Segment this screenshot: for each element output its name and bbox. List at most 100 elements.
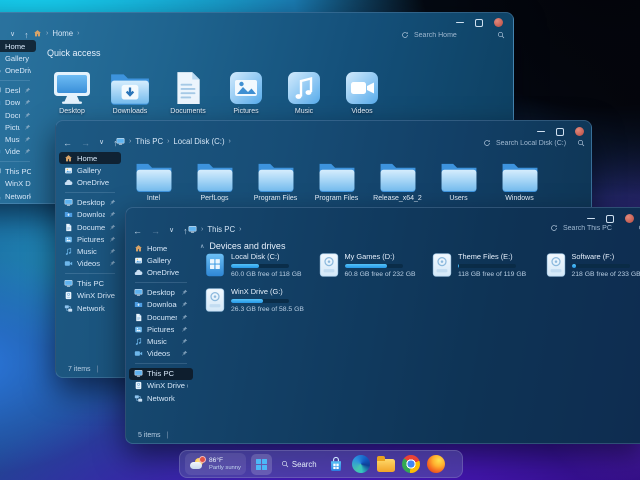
drive-icon	[64, 291, 73, 300]
breadcrumb-segment-local-disk-c[interactable]: Local Disk (C:)	[173, 137, 224, 146]
sidebar-item-winx-drive-g[interactable]: WinX Drive (G:)	[59, 290, 121, 302]
firefox-button[interactable]	[426, 454, 446, 474]
quick-access-item-music[interactable]: Music	[275, 59, 333, 115]
sidebar-item-music[interactable]: Music	[0, 133, 36, 145]
quick-access-item-desktop[interactable]: Desktop	[43, 59, 101, 115]
drive-item-theme-files-e[interactable]: Theme Files (E:) 118 GB free of 119 GB	[432, 252, 542, 278]
edge-button[interactable]	[351, 454, 371, 474]
maximize-button[interactable]	[556, 127, 564, 136]
close-button[interactable]	[575, 127, 584, 136]
sidebar-item-videos[interactable]: Videos	[59, 258, 121, 270]
sidebar-item-network[interactable]: Network	[129, 392, 193, 404]
sidebar-item-onedrive[interactable]: OneDrive	[129, 266, 193, 278]
folder-item-users[interactable]: Users	[428, 161, 489, 202]
search-input[interactable]: Search This PC	[563, 225, 633, 232]
quick-access-item-pictures[interactable]: Pictures	[217, 59, 275, 115]
folder-item-program-files[interactable]: Program Files	[245, 161, 306, 202]
sidebar-item-onedrive[interactable]: OneDrive	[0, 64, 36, 76]
close-button[interactable]	[494, 18, 503, 27]
chrome-button[interactable]	[401, 454, 421, 474]
drive-item-winx-drive-g[interactable]: WinX Drive (G:) 26.3 GB free of 58.5 GB	[205, 287, 315, 313]
breadcrumb-segment-home[interactable]: Home	[52, 29, 73, 38]
store-button[interactable]	[326, 454, 346, 474]
chevron-down-icon[interactable]: ∨	[169, 226, 174, 236]
quick-access-item-videos[interactable]: Videos	[333, 59, 391, 115]
maximize-button[interactable]	[475, 18, 483, 27]
search-icon[interactable]	[577, 139, 585, 147]
sidebar-item-home[interactable]: Home	[59, 152, 121, 165]
sidebar-item-network[interactable]: Network	[59, 302, 121, 314]
sidebar-item-documents[interactable]: Documents	[129, 311, 193, 323]
sidebar-item-music[interactable]: Music	[59, 245, 121, 257]
refresh-icon[interactable]	[401, 31, 409, 39]
sidebar-item-desktop[interactable]: Desktop	[129, 287, 193, 299]
search-input[interactable]: Search Home	[414, 32, 492, 39]
sidebar-item-gallery[interactable]: Gallery	[59, 164, 121, 176]
taskbar-search[interactable]: Search	[277, 460, 321, 469]
sidebar-item-downloads[interactable]: Downloads	[59, 209, 121, 221]
sidebar-item-this-pc[interactable]: This PC	[129, 367, 193, 380]
forward-button[interactable]: →	[151, 226, 160, 236]
sidebar-item-videos[interactable]: Videos	[129, 348, 193, 360]
sidebar-item-pictures[interactable]: Pictures	[0, 121, 36, 133]
breadcrumb-segment-this-pc[interactable]: This PC	[135, 137, 163, 146]
minimize-button[interactable]	[456, 21, 464, 24]
folder-item-program-files[interactable]: Program Files	[306, 161, 367, 202]
sidebar-item-winx-drive-g[interactable]: WinX Drive (G:)	[0, 178, 36, 190]
sidebar-item-downloads[interactable]: Downloads	[0, 97, 36, 109]
sidebar-item-home[interactable]: Home	[0, 40, 36, 53]
sidebar-item-pictures[interactable]: Pictures	[59, 233, 121, 245]
sidebar-item-this-pc[interactable]: This PC	[59, 278, 121, 290]
sidebar-item-downloads[interactable]: Downloads	[129, 299, 193, 311]
drive-item-local-disk-c[interactable]: Local Disk (C:) 60.0 GB free of 118 GB	[205, 252, 315, 278]
sidebar-item-gallery[interactable]: Gallery	[129, 254, 193, 266]
forward-button[interactable]: →	[0, 30, 1, 40]
music-icon	[64, 247, 73, 256]
sidebar-item-desktop[interactable]: Desktop	[59, 197, 121, 209]
sidebar-item-home[interactable]: Home	[129, 242, 193, 254]
refresh-icon[interactable]	[483, 139, 491, 147]
minimize-button[interactable]	[587, 217, 595, 220]
forward-button[interactable]: →	[81, 138, 90, 148]
sidebar-item-music[interactable]: Music	[129, 335, 193, 347]
breadcrumb-segment-this-pc[interactable]: This PC	[207, 225, 235, 234]
up-button[interactable]: ↑	[24, 30, 29, 40]
start-button[interactable]	[250, 453, 272, 475]
sidebar-item-network[interactable]: Network	[0, 190, 36, 202]
collapse-chevron-icon[interactable]: ∧	[200, 243, 204, 250]
sidebar-item-desktop[interactable]: Desktop	[0, 85, 36, 97]
file-explorer-button[interactable]	[376, 454, 396, 474]
maximize-button[interactable]	[606, 214, 614, 223]
folder-item-perflogs[interactable]: PerfLogs	[184, 161, 245, 202]
back-button[interactable]: ←	[133, 226, 142, 236]
sidebar-item-gallery[interactable]: Gallery	[0, 52, 36, 64]
drive-capacity: 118 GB free of 119 GB	[458, 271, 527, 278]
quick-access-item-downloads[interactable]: Downloads	[101, 59, 159, 115]
sidebar-item-videos[interactable]: Videos	[0, 146, 36, 158]
sidebar-item-pictures[interactable]: Pictures	[129, 323, 193, 335]
drive-item-software-f[interactable]: Software (F:) 218 GB free of 233 GB	[546, 252, 640, 278]
sidebar-item-winx-drive-g[interactable]: WinX Drive (G:)	[129, 380, 193, 392]
sidebar-item-this-pc[interactable]: This PC	[0, 166, 36, 178]
sidebar-item-onedrive[interactable]: OneDrive	[59, 176, 121, 188]
drive-item-my-games-d[interactable]: My Games (D:) 60.8 GB free of 232 GB	[319, 252, 429, 278]
folder-item-intel[interactable]: Intel	[123, 161, 184, 202]
up-button[interactable]: ↑	[183, 226, 188, 236]
search-icon[interactable]	[497, 31, 505, 39]
quick-access-item-documents[interactable]: Documents	[159, 59, 217, 115]
refresh-icon[interactable]	[550, 224, 558, 232]
gallery-icon	[134, 256, 143, 265]
chevron-down-icon[interactable]: ∨	[99, 138, 104, 148]
close-button[interactable]	[625, 214, 634, 223]
sidebar-item-documents[interactable]: Documents	[0, 109, 36, 121]
minimize-button[interactable]	[537, 130, 545, 133]
back-button[interactable]: ←	[63, 138, 72, 148]
weather-widget[interactable]: 86°F Partly sunny	[185, 453, 246, 475]
sidebar-item-documents[interactable]: Documents	[59, 221, 121, 233]
search-input[interactable]: Search Local Disk (C:)	[496, 140, 572, 147]
folder-item-windows[interactable]: Windows	[489, 161, 550, 202]
folder-item-release-x64-2[interactable]: Release_x64_2	[367, 161, 428, 202]
breadcrumb-separator: ›	[77, 30, 80, 37]
drive-name: Theme Files (E:)	[458, 252, 513, 261]
chevron-down-icon[interactable]: ∨	[10, 30, 15, 40]
